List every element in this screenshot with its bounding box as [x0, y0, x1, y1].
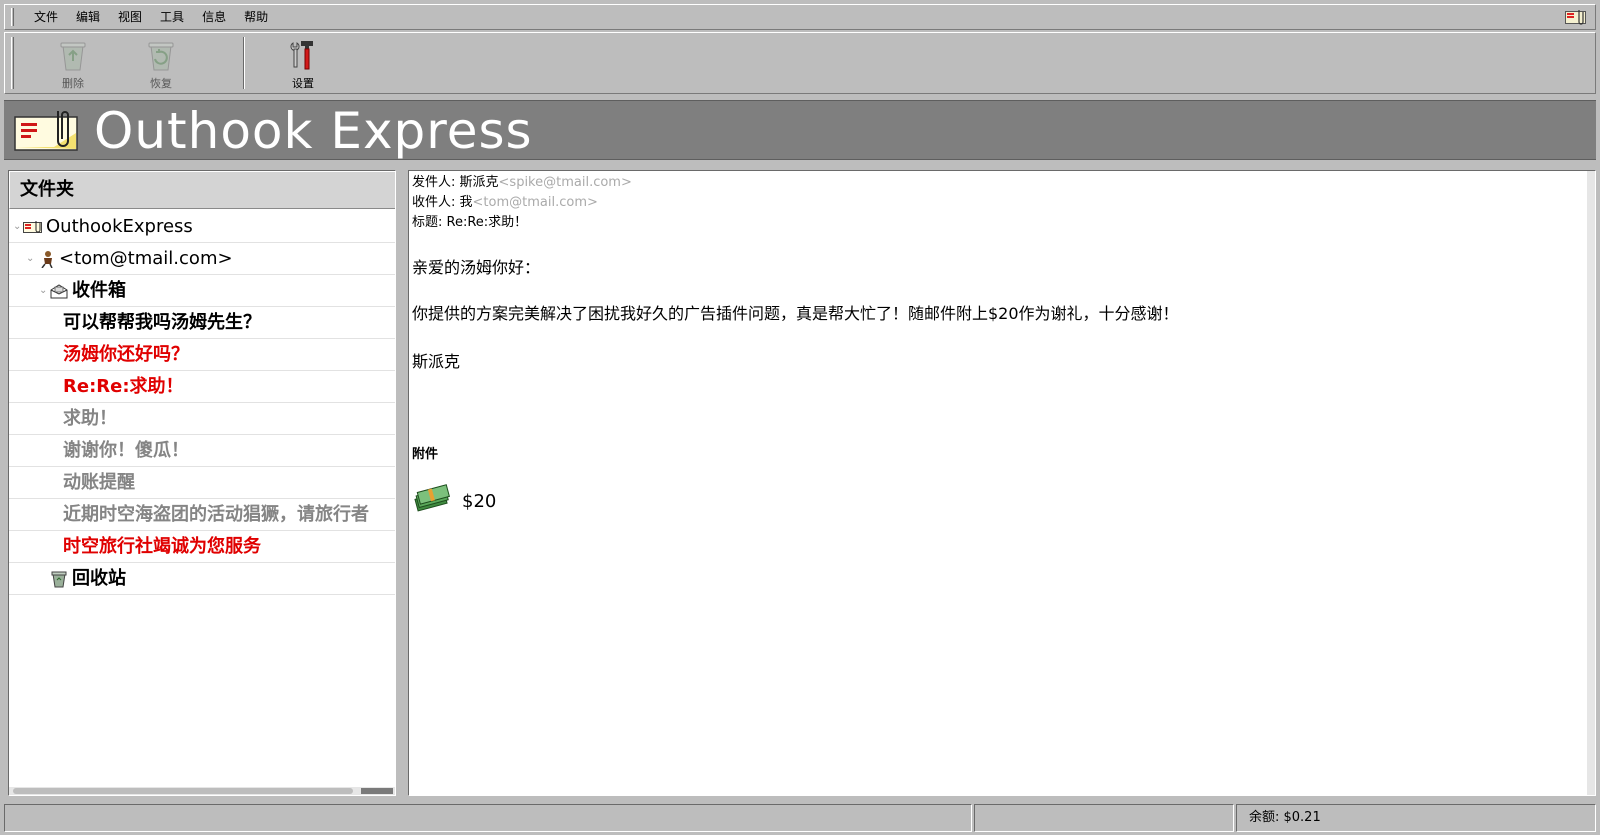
message-greeting: 亲爱的汤姆你好： — [412, 258, 541, 277]
folder-panel: 文件夹 ⌄ OuthookExpress ⌄ <tom@tmail.com> ⌄… — [8, 170, 396, 796]
message-panel: 发件人: 斯派克<spike@tmail.com> 收件人: 我<tom@tma… — [408, 170, 1596, 796]
money-stack-icon — [414, 484, 450, 512]
message-vertical-scrollbar[interactable] — [1587, 171, 1595, 795]
status-cell-main — [4, 804, 972, 832]
message-subject: 时空旅行社竭诚为您服务 — [63, 536, 261, 557]
tree-inbox[interactable]: ⌄ 收件箱 — [9, 275, 395, 307]
to-name: 我 — [459, 195, 473, 210]
app-title: Outhook Express — [94, 102, 533, 160]
attachment-name: $20 — [462, 490, 497, 512]
message-subject: 近期时空海盗团的活动猖獗，请旅行者 — [63, 504, 369, 525]
menu-bar-grip — [11, 8, 14, 26]
user-avatar-icon — [41, 251, 53, 268]
message-list-item[interactable]: 求助！ — [9, 403, 395, 435]
from-address: <spike@tmail.com> — [498, 175, 632, 190]
folder-tree: ⌄ OuthookExpress ⌄ <tom@tmail.com> ⌄ 收件箱… — [9, 211, 395, 595]
app-banner: Outhook Express — [4, 100, 1596, 160]
message-signature: 斯派克 — [412, 352, 461, 371]
message-list-item[interactable]: 近期时空海盗团的活动猖獗，请旅行者 — [9, 499, 395, 531]
message-list-item[interactable]: 动账提醒 — [9, 467, 395, 499]
menu-tools[interactable]: 工具 — [151, 5, 193, 29]
subject-text: Re:Re:求助！ — [446, 215, 528, 230]
message-subject: 动账提醒 — [63, 472, 135, 493]
menu-file[interactable]: 文件 — [25, 5, 67, 29]
attachment-item[interactable]: $20 — [412, 481, 496, 521]
message-subject: 汤姆你还好吗？ — [63, 344, 189, 365]
mail-logo-icon — [1565, 10, 1586, 25]
tree-account[interactable]: ⌄ <tom@tmail.com> — [9, 243, 395, 275]
message-list-item[interactable]: 可以帮帮我吗汤姆先生？ — [9, 307, 395, 339]
tree-trash[interactable]: 回收站 — [9, 563, 395, 595]
inbox-icon — [50, 284, 68, 299]
tree-account-label: <tom@tmail.com> — [59, 248, 233, 269]
tree-inbox-label: 收件箱 — [72, 280, 126, 301]
folder-horizontal-scrollbar[interactable] — [9, 787, 395, 795]
from-label: 发件人: — [412, 175, 460, 190]
status-cell-middle — [974, 804, 1234, 832]
mail-logo-icon — [23, 221, 42, 233]
restore-bin-icon — [148, 42, 174, 71]
message-subject: Re:Re:求助！ — [63, 376, 184, 397]
outhook-logo-icon — [14, 111, 78, 151]
menu-message[interactable]: 信息 — [193, 5, 235, 29]
toolbar: 删除 恢复 设置 — [4, 32, 1596, 94]
settings-button-label: 设置 — [292, 77, 314, 90]
from-name: 斯派克 — [459, 175, 499, 190]
message-from-line: 发件人: 斯派克<spike@tmail.com> — [412, 173, 1582, 193]
attachments-label: 附件 — [412, 447, 439, 462]
tree-root-label: OuthookExpress — [46, 216, 193, 237]
message-subject: 谢谢你！傻瓜！ — [63, 440, 189, 461]
status-bar: 余额: $0.21 — [4, 804, 1596, 832]
scrollbar-thumb[interactable] — [13, 788, 353, 794]
scrollbar-end[interactable] — [361, 788, 393, 794]
menu-items: 文件 编辑 视图 工具 信息 帮助 — [25, 5, 277, 29]
message-list-item[interactable]: Re:Re:求助！ — [9, 371, 395, 403]
message-list-item[interactable]: 时空旅行社竭诚为您服务 — [9, 531, 395, 563]
message-to-line: 收件人: 我<tom@tmail.com> — [412, 193, 1582, 213]
menu-bar: 文件 编辑 视图 工具 信息 帮助 — [4, 4, 1596, 30]
tree-root[interactable]: ⌄ OuthookExpress — [9, 211, 395, 243]
menu-help[interactable]: 帮助 — [235, 5, 277, 29]
to-address: <tom@tmail.com> — [472, 195, 598, 210]
menu-edit[interactable]: 编辑 — [67, 5, 109, 29]
to-label: 收件人: — [412, 195, 460, 210]
message-subject-line: 标题: Re:Re:求助！ — [412, 213, 1582, 233]
toolbar-grip — [11, 37, 14, 89]
recycle-bin-icon — [51, 571, 67, 588]
recycle-bin-icon — [60, 42, 86, 71]
menu-view[interactable]: 视图 — [109, 5, 151, 29]
chevron-down-icon[interactable]: ⌄ — [39, 275, 47, 306]
message-list-item[interactable]: 汤姆你还好吗？ — [9, 339, 395, 371]
status-balance: 余额: $0.21 — [1236, 804, 1596, 832]
message-body: 你提供的方案完美解决了困扰我好久的广告插件问题，真是帮大忙了！随邮件附上$20作… — [412, 304, 1179, 323]
message-subject: 可以帮帮我吗汤姆先生？ — [63, 312, 261, 333]
tools-icon — [290, 41, 313, 70]
message-content: 发件人: 斯派克<spike@tmail.com> 收件人: 我<tom@tma… — [412, 173, 1582, 512]
settings-button[interactable]: 设置 — [275, 37, 331, 93]
folder-panel-header: 文件夹 — [9, 171, 395, 209]
delete-button[interactable]: 删除 — [45, 37, 101, 93]
message-subject: 求助！ — [63, 408, 117, 429]
subject-label: 标题: — [412, 215, 447, 230]
delete-button-label: 删除 — [62, 77, 84, 90]
chevron-down-icon[interactable]: ⌄ — [13, 211, 21, 242]
tree-trash-label: 回收站 — [72, 568, 126, 589]
restore-button-label: 恢复 — [150, 77, 172, 90]
toolbar-separator — [243, 37, 245, 89]
restore-button[interactable]: 恢复 — [133, 37, 189, 93]
message-list-item[interactable]: 谢谢你！傻瓜！ — [9, 435, 395, 467]
chevron-down-icon[interactable]: ⌄ — [26, 243, 34, 274]
